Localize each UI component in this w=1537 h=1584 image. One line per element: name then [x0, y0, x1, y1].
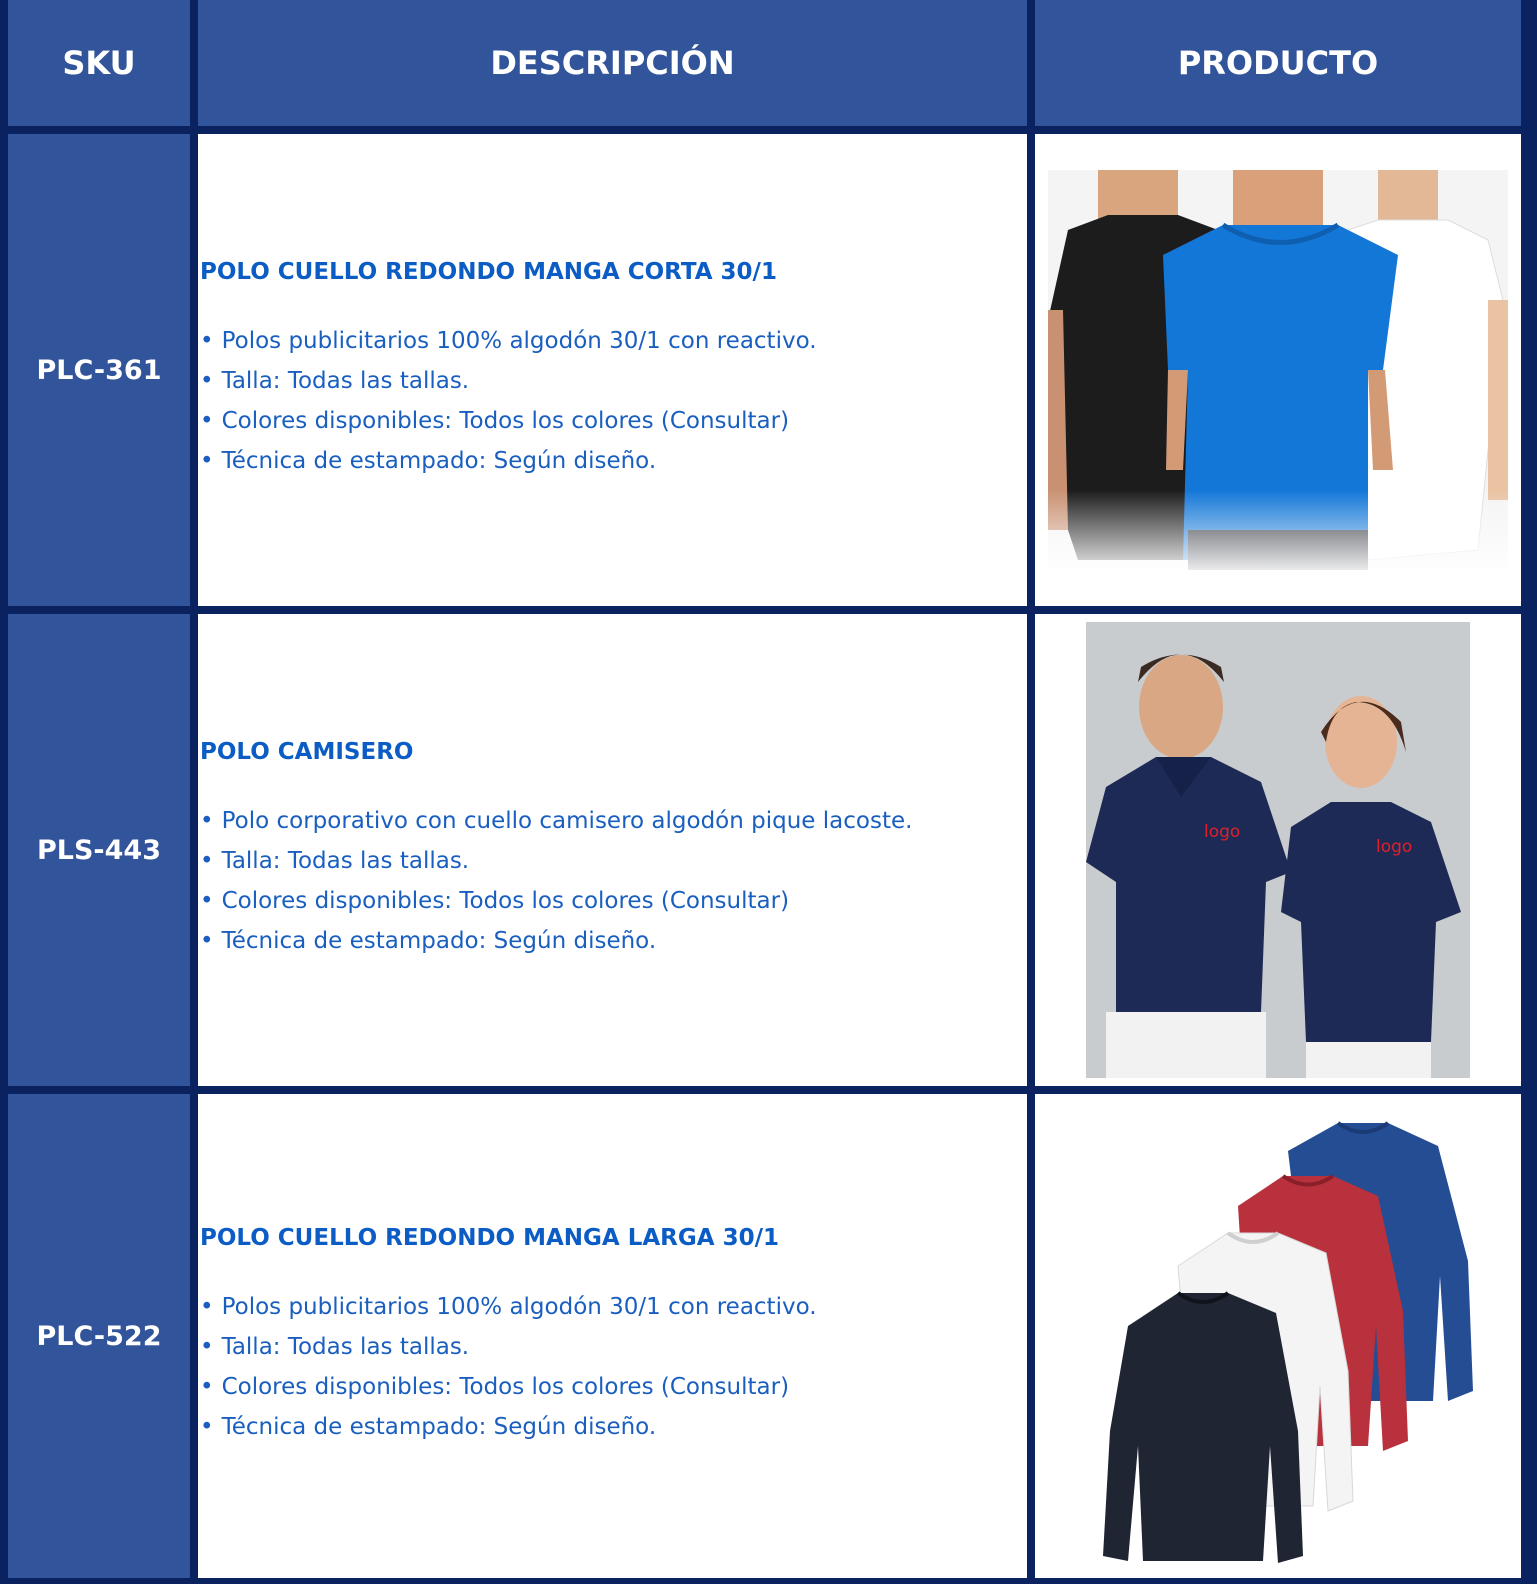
bullet-glyph: • — [200, 888, 214, 914]
bullet-glyph: • — [200, 1414, 214, 1440]
bullet-glyph: • — [200, 328, 214, 354]
bullet-glyph: • — [200, 808, 214, 834]
description-cell: POLO CAMISERO • Polo corporativo con cuel… — [198, 614, 1027, 1086]
logo-print-label: logo — [1204, 822, 1240, 842]
product-title: POLO CUELLO REDONDO MANGA CORTA 30/1 — [200, 259, 777, 285]
header-product: PRODUCTO — [1035, 0, 1521, 126]
bullet-list: • Polos publicitarios 100% algodón 30/1 c… — [200, 1287, 1027, 1447]
product-title: POLO CUELLO REDONDO MANGA LARGA 30/1 — [200, 1225, 779, 1251]
product-image-cell — [1035, 1094, 1521, 1578]
bullet-glyph: • — [200, 1374, 214, 1400]
product-table: SKU DESCRIPCIÓN PRODUCTO PLC-361 POLO CU… — [0, 0, 1537, 1584]
product-image-cell — [1035, 134, 1521, 606]
bullet-item: • Talla: Todas las tallas. — [200, 848, 470, 874]
bullet-glyph: • — [200, 368, 214, 394]
product-image-cell: logo logo — [1035, 614, 1521, 1086]
header-description: DESCRIPCIÓN — [198, 0, 1027, 126]
bullet-glyph: • — [200, 448, 214, 474]
product-photo-crew-neck — [1048, 170, 1508, 570]
bullet-glyph: • — [200, 1334, 214, 1360]
bullet-item: • Colores disponibles: Todos los colores … — [200, 408, 790, 434]
bullet-item: • Talla: Todas las tallas. — [200, 368, 470, 394]
product-photo-polo-shirts: logo logo — [1086, 622, 1470, 1078]
sku-cell: PLC-522 — [8, 1094, 190, 1578]
product-photo-long-sleeve — [1048, 1101, 1508, 1571]
bullet-item: • Polos publicitarios 100% algodón 30/1 c… — [200, 328, 817, 354]
sku-cell: PLC-361 — [8, 134, 190, 606]
bullet-glyph: • — [200, 1294, 214, 1320]
bullet-glyph: • — [200, 848, 214, 874]
catalog-page: SKU DESCRIPCIÓN PRODUCTO PLC-361 POLO CU… — [0, 0, 1537, 1584]
product-title: POLO CAMISERO — [200, 739, 414, 765]
bullet-item: • Técnica de estampado: Según diseño. — [200, 1414, 657, 1440]
bullet-item: • Técnica de estampado: Según diseño. — [200, 928, 657, 954]
bullet-item: • Talla: Todas las tallas. — [200, 1334, 470, 1360]
header-sku: SKU — [8, 0, 190, 126]
description-cell: POLO CUELLO REDONDO MANGA LARGA 30/1 • Po… — [198, 1094, 1027, 1578]
bullet-glyph: • — [200, 408, 214, 434]
bullet-item: • Polos publicitarios 100% algodón 30/1 c… — [200, 1294, 817, 1320]
bullet-item: • Colores disponibles: Todos los colores … — [200, 1374, 790, 1400]
sku-cell: PLS-443 — [8, 614, 190, 1086]
bullet-glyph: • — [200, 928, 214, 954]
bullet-list: • Polos publicitarios 100% algodón 30/1 c… — [200, 321, 1027, 481]
bullet-item: • Técnica de estampado: Según diseño. — [200, 448, 657, 474]
bullet-item: • Polo corporativo con cuello camisero al… — [200, 808, 913, 834]
logo-print-label: logo — [1376, 837, 1412, 857]
bullet-list: • Polo corporativo con cuello camisero al… — [200, 801, 1027, 961]
description-cell: POLO CUELLO REDONDO MANGA CORTA 30/1 • Po… — [198, 134, 1027, 606]
bullet-item: • Colores disponibles: Todos los colores … — [200, 888, 790, 914]
